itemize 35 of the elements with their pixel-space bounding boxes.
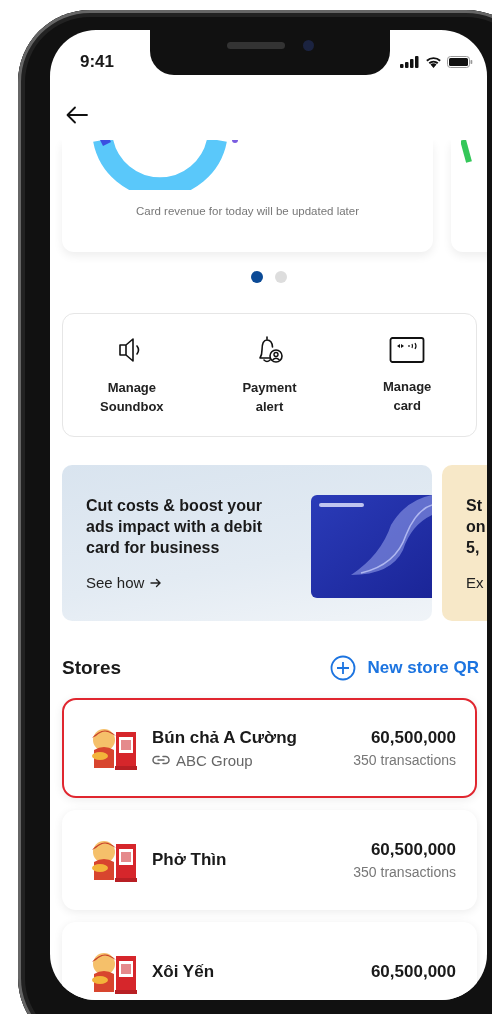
- store-name: Xôi Yến: [152, 962, 216, 982]
- transaction-count: 350 transactions: [353, 864, 456, 880]
- store-group: ABC Group: [176, 751, 253, 769]
- revenue-caption: Card revenue for today will be updated later: [134, 205, 361, 217]
- wifi-icon: [425, 56, 442, 68]
- quick-action-button[interactable]: Payment alert: [219, 334, 320, 416]
- store-row[interactable]: Phở Thìn 60,500,000 350 transactions: [62, 810, 477, 910]
- store-amount: 60,500,000: [370, 840, 456, 860]
- promo-title: Cut costs & boost your ads impact with a debit card for business: [86, 496, 264, 558]
- transaction-count: 350 transactions: [353, 752, 456, 768]
- promo-title: St on 5,: [466, 496, 486, 558]
- battery-icon: [447, 56, 473, 68]
- store-name: Bún chả A Cường: [152, 727, 298, 748]
- card-icon: [389, 335, 426, 365]
- store-row[interactable]: Xôi Yến 60,500,000: [62, 922, 477, 1000]
- back-arrow-icon[interactable]: [66, 106, 88, 124]
- store-name: Phở Thìn: [152, 850, 228, 870]
- arrow-right-icon: [150, 577, 163, 588]
- plus-circle-icon: [329, 655, 356, 681]
- quick-action-button[interactable]: Manage Soundbox: [81, 334, 182, 416]
- promo-link[interactable]: See how: [86, 574, 145, 591]
- status-time: 9:41: [80, 52, 115, 72]
- store-amount: 60,500,000: [370, 728, 456, 748]
- carousel-dot[interactable]: [274, 271, 287, 283]
- new-store-qr-button[interactable]: New store QR: [329, 655, 479, 681]
- signal-icon: [400, 56, 420, 68]
- store-amount: 60,500,000: [370, 962, 456, 982]
- store-row[interactable]: Bún chả A Cường ABC Group 60,500,000 350 transactions: [62, 698, 477, 798]
- quick-action-button[interactable]: Manage card: [357, 335, 458, 415]
- section-title: Stores: [62, 657, 122, 679]
- promo-banner[interactable]: Cut costs & boost your ads impact with a debit card for business See how: [62, 465, 432, 621]
- promo-link[interactable]: Ex: [466, 574, 484, 591]
- link-icon: [152, 755, 170, 765]
- carousel-dot[interactable]: [250, 271, 263, 283]
- promo-banner[interactable]: St on 5, Ex: [442, 465, 487, 621]
